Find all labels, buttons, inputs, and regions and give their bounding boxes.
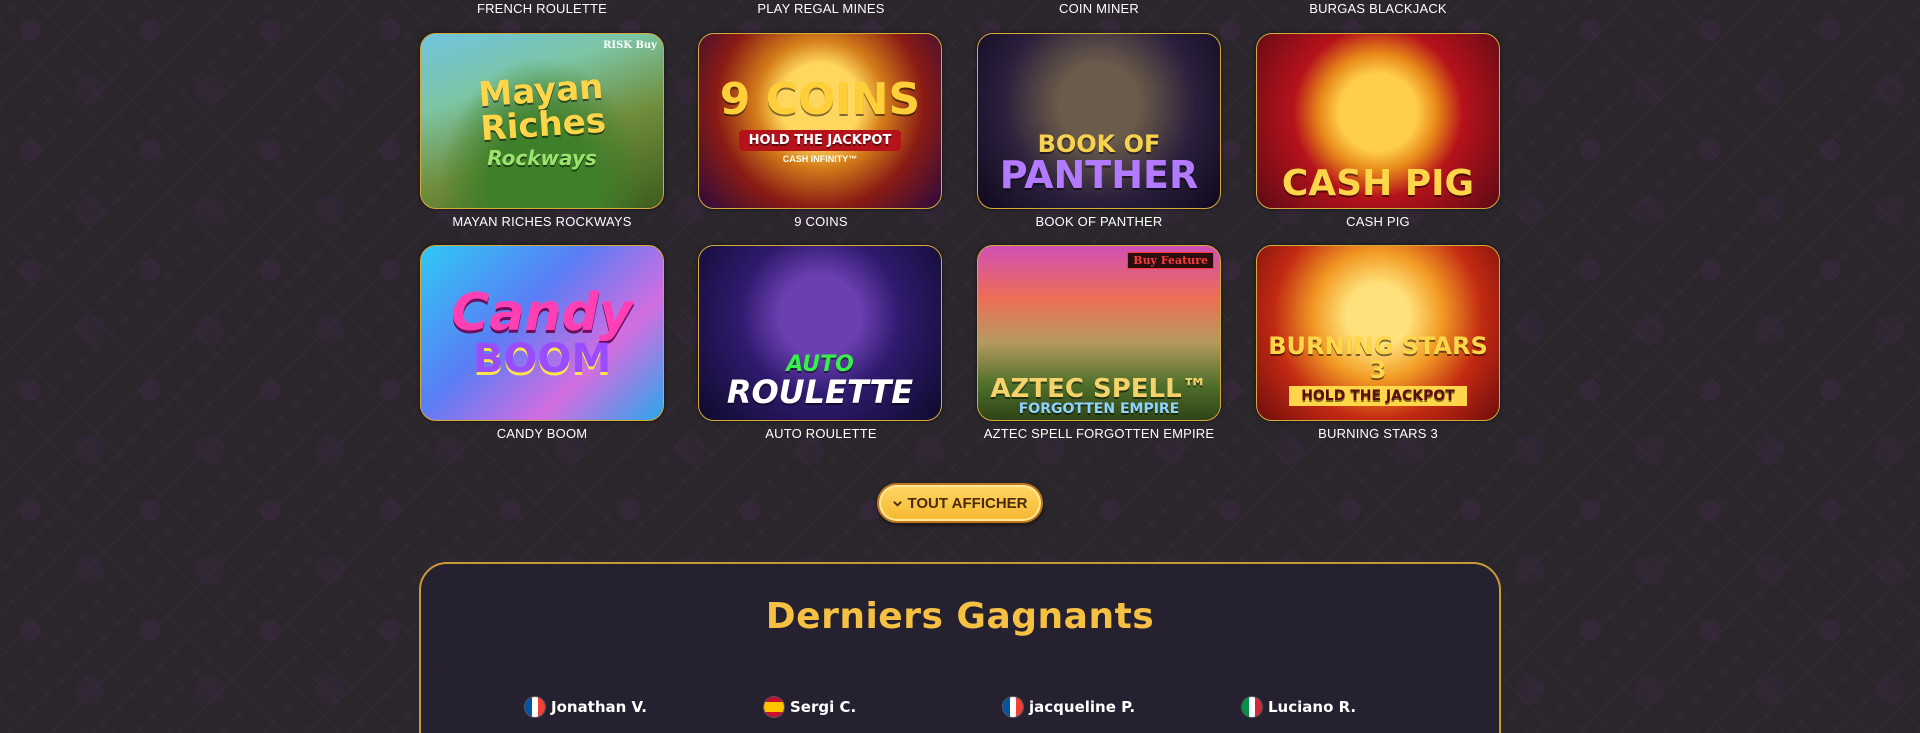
game-tile-mayan-riches-rockways[interactable]: Mayan Riches Rockways RISK Buy: [420, 33, 664, 209]
chevron-down-icon: [892, 500, 902, 507]
game-tile-cash-pig[interactable]: CASH PIG: [1256, 33, 1500, 209]
winner-item: Jonathan V.: [525, 697, 647, 717]
game-thumbnail: BOOK OF PANTHER: [978, 34, 1220, 208]
game-label[interactable]: 9 COINS: [698, 214, 944, 229]
game-thumbnail: Mayan Riches Rockways: [421, 34, 663, 208]
winner-name: Sergi C.: [790, 698, 857, 716]
latest-winners-panel: Derniers Gagnants Jonathan V. Sergi C. j…: [419, 562, 1501, 733]
game-label[interactable]: AUTO ROULETTE: [698, 426, 944, 441]
france-flag-icon: [1003, 697, 1023, 717]
art-title: 9 COINS: [719, 74, 921, 125]
game-thumbnail: BURNING STARS 3 HOLD THE JACKPOT: [1257, 246, 1499, 420]
art-title: AZTEC SPELL™: [990, 374, 1208, 404]
art-title: Candy: [451, 283, 633, 343]
art-subtitle: ROULETTE: [726, 373, 914, 411]
art-subtitle: BOOM: [472, 336, 612, 382]
game-label[interactable]: CASH PIG: [1255, 214, 1501, 229]
show-all-button[interactable]: TOUT AFFICHER: [877, 483, 1043, 523]
art-subtitle: HOLD THE JACKPOT: [738, 130, 902, 151]
france-flag-icon: [525, 697, 545, 717]
game-thumbnail: 9 COINS HOLD THE JACKPOT CASH INFINITY™: [699, 34, 941, 208]
winner-item: Sergi C.: [764, 697, 856, 717]
game-label[interactable]: BURNING STARS 3: [1255, 426, 1501, 441]
game-thumbnail: AZTEC SPELL™ FORGOTTEN EMPIRE: [978, 246, 1220, 420]
page: { "top_row_labels": ["FRENCH ROULETTE", …: [0, 0, 1920, 733]
game-label[interactable]: AZTEC SPELL FORGOTTEN EMPIRE: [976, 426, 1222, 441]
game-label[interactable]: BOOK OF PANTHER: [976, 214, 1222, 229]
art-subtitle: Rockways: [487, 146, 597, 170]
game-label[interactable]: MAYAN RICHES ROCKWAYS: [419, 214, 665, 229]
game-label[interactable]: CANDY BOOM: [419, 426, 665, 441]
game-label-coin-miner[interactable]: COIN MINER: [976, 1, 1222, 16]
game-thumbnail: CASH PIG: [1257, 34, 1499, 208]
winner-name: jacqueline P.: [1029, 698, 1136, 716]
art-subtitle: FORGOTTEN EMPIRE: [1018, 401, 1180, 417]
art-title: BURNING STARS 3: [1268, 332, 1488, 384]
game-thumbnail: Candy BOOM: [421, 246, 663, 420]
winner-name: Jonathan V.: [551, 698, 647, 716]
winners-title: Derniers Gagnants: [765, 596, 1155, 637]
game-tile-burning-stars-3[interactable]: BURNING STARS 3 HOLD THE JACKPOT: [1256, 245, 1500, 421]
game-tile-book-of-panther[interactable]: BOOK OF PANTHER: [977, 33, 1221, 209]
game-thumbnail: AUTO ROULETTE: [699, 246, 941, 420]
game-tile-9-coins[interactable]: 9 COINS HOLD THE JACKPOT CASH INFINITY™: [698, 33, 942, 209]
italy-flag-icon: [1242, 697, 1262, 717]
previous-row-labels: FRENCH ROULETTE PLAY REGAL MINES COIN MI…: [0, 0, 1920, 18]
winner-name: Luciano R.: [1268, 698, 1357, 716]
show-all-label: TOUT AFFICHER: [907, 494, 1028, 512]
risk-buy-badge: RISK Buy: [603, 40, 657, 51]
game-tile-aztec-spell-forgotten-empire[interactable]: AZTEC SPELL™ FORGOTTEN EMPIRE Buy Featur…: [977, 245, 1221, 421]
winner-item: Luciano R.: [1242, 697, 1356, 717]
art-title: Mayan Riches: [477, 66, 608, 150]
game-tile-auto-roulette[interactable]: AUTO ROULETTE: [698, 245, 942, 421]
buy-feature-badge: Buy Feature: [1127, 252, 1214, 269]
art-subtitle: HOLD THE JACKPOT: [1289, 386, 1467, 406]
art-title: CASH PIG: [1281, 163, 1475, 204]
game-label-burgas-blackjack[interactable]: BURGAS BLACKJACK: [1255, 1, 1501, 16]
game-label-french-roulette[interactable]: FRENCH ROULETTE: [419, 1, 665, 16]
spain-flag-icon: [764, 697, 784, 717]
game-label-play-regal-mines[interactable]: PLAY REGAL MINES: [698, 1, 944, 16]
art-subtitle: PANTHER: [999, 153, 1199, 197]
game-tile-candy-boom[interactable]: Candy BOOM: [420, 245, 664, 421]
winner-item: jacqueline P.: [1003, 697, 1135, 717]
cash-infinity-text: CASH INFINITY™: [782, 154, 858, 164]
